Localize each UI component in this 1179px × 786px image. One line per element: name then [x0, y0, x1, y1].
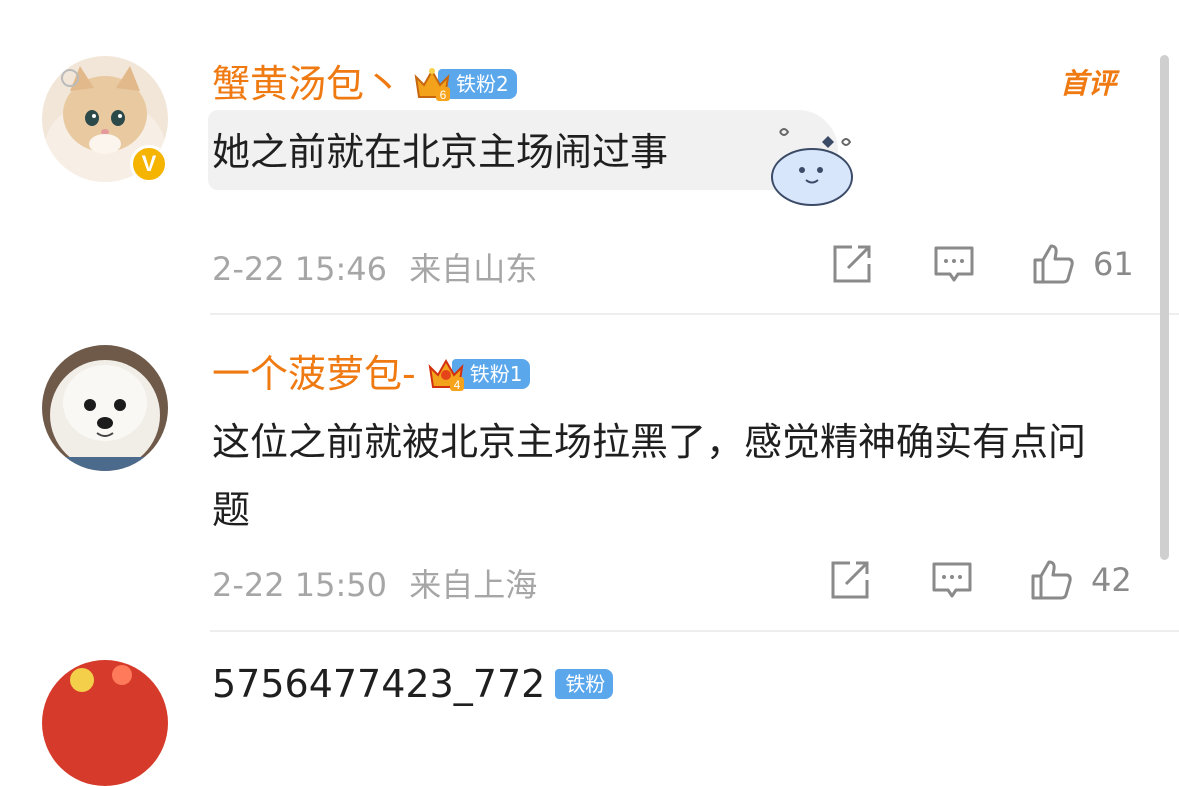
username[interactable]: 蟹黄汤包丶 — [212, 62, 402, 106]
fan-badge[interactable]: 铁粉 — [555, 669, 614, 699]
first-comment-badge: 首评 — [1060, 67, 1117, 100]
verified-icon: V — [130, 145, 168, 183]
name-row: 一个菠萝包- 4 铁粉1 — [212, 352, 531, 396]
comment-meta: 2-22 15:50 来自上海 — [212, 560, 537, 606]
divider — [210, 630, 1179, 632]
like-icon[interactable] — [1029, 558, 1073, 602]
comment-actions: 61 — [830, 242, 1134, 286]
name-row: 蟹黄汤包丶 6 铁粉2 — [212, 62, 517, 106]
divider — [210, 313, 1179, 315]
like-icon[interactable] — [1031, 242, 1075, 286]
comment-datetime: 2-22 15:46 — [212, 250, 388, 288]
share-icon[interactable] — [830, 242, 874, 286]
fan-badge-label: 铁粉 — [555, 669, 614, 699]
svg-text:6: 6 — [440, 88, 447, 102]
avatar[interactable] — [42, 660, 168, 786]
crown-icon: 4 — [426, 355, 466, 393]
fan-badge[interactable]: 4 铁粉1 — [426, 355, 531, 393]
fan-badge[interactable]: 6 铁粉2 — [412, 65, 517, 103]
comment-actions: 42 — [828, 558, 1132, 602]
share-icon[interactable] — [828, 558, 872, 602]
like-count: 61 — [1093, 245, 1134, 283]
comment-icon[interactable] — [932, 242, 976, 286]
crown-icon: 6 — [412, 65, 452, 103]
username[interactable]: 一个菠萝包- — [212, 352, 416, 396]
comment-text: 她之前就在北京主场闹过事 — [212, 130, 669, 174]
scrollbar[interactable] — [1160, 55, 1169, 560]
comment-location: 来自上海 — [409, 566, 538, 604]
name-row: 5756477423_772 铁粉 — [212, 662, 614, 706]
comment-location: 来自山东 — [409, 250, 538, 288]
svg-text:4: 4 — [453, 378, 460, 392]
like-count: 42 — [1091, 561, 1132, 599]
comment-datetime: 2-22 15:50 — [212, 566, 388, 604]
comment-text: 这位之前就被北京主场拉黑了，感觉精神确实有点问题 — [212, 420, 1087, 532]
comment-meta: 2-22 15:46 来自山东 — [212, 244, 537, 290]
sticker-icon — [762, 122, 862, 212]
avatar[interactable] — [42, 345, 168, 471]
username[interactable]: 5756477423_772 — [212, 662, 545, 706]
comment-icon[interactable] — [930, 558, 974, 602]
